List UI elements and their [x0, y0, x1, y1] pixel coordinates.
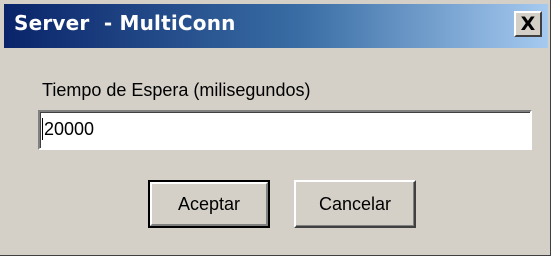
title-bar[interactable]: Server - MultiConn X [4, 4, 548, 48]
close-icon: X [520, 12, 536, 35]
cancel-button[interactable]: Cancelar [294, 180, 416, 228]
timeout-label: Tiempo de Espera (milisegundos) [42, 80, 311, 100]
ok-button[interactable]: Aceptar [148, 180, 270, 228]
timeout-input[interactable]: 20000 [38, 110, 532, 150]
text-caret [42, 118, 43, 140]
input-inner-border [40, 112, 530, 148]
ok-button-label: Aceptar [177, 193, 241, 214]
close-button[interactable]: X [514, 11, 542, 37]
timeout-input-value: 20000 [44, 119, 95, 139]
cancel-button-label: Cancelar [318, 193, 392, 214]
dialog-window: Server - MultiConn X Tiempo de Espera (m… [0, 0, 551, 256]
window-title: Server - MultiConn [14, 11, 236, 35]
